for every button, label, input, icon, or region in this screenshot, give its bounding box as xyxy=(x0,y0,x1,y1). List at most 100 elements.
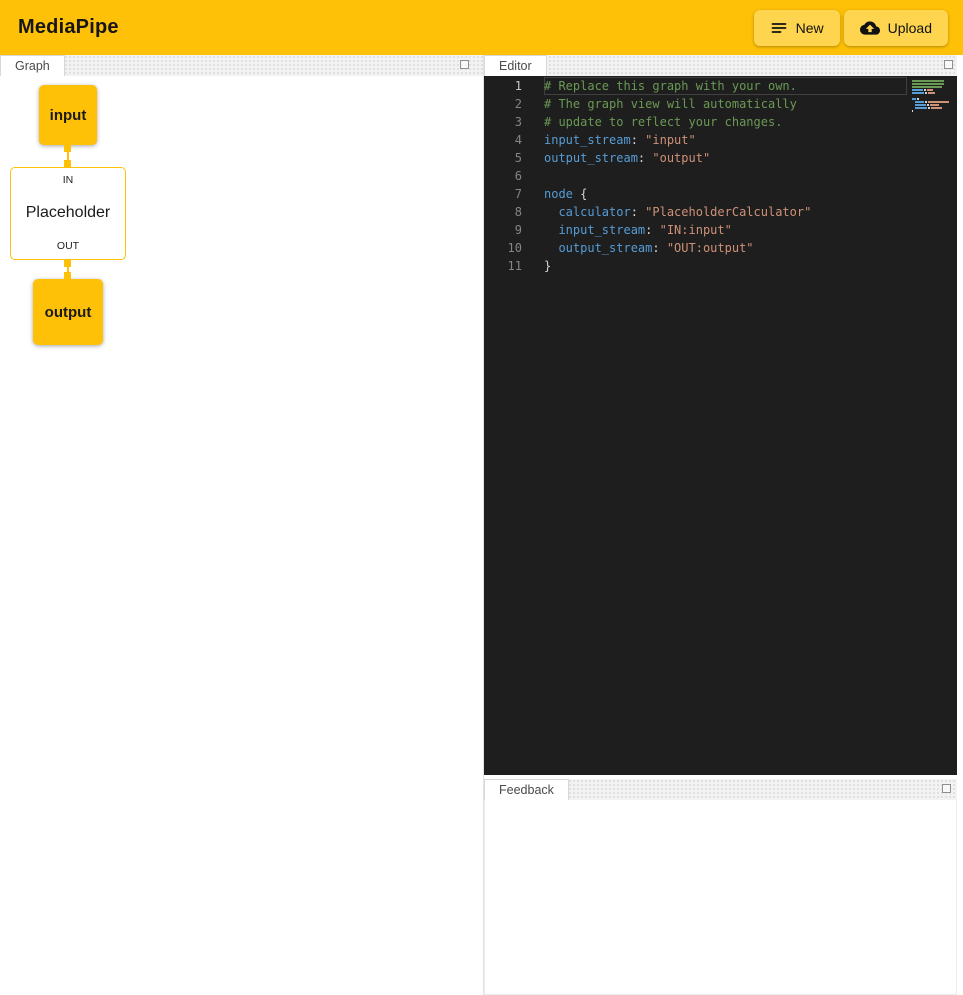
line-number[interactable]: 11 xyxy=(484,257,522,275)
minimap-segment xyxy=(912,110,913,112)
line-number[interactable]: 4 xyxy=(484,131,522,149)
minimap-line xyxy=(912,110,954,112)
output-port-label: OUT xyxy=(57,240,79,252)
cloud-upload-icon xyxy=(860,18,880,38)
code-editor[interactable]: 1234567891011 # Replace this graph with … xyxy=(484,76,957,775)
code-line[interactable] xyxy=(544,167,907,185)
code-line[interactable]: input_stream: "IN:input" xyxy=(544,221,907,239)
minimap-segment xyxy=(928,101,949,103)
code-token-comment: # update to reflect your changes. xyxy=(544,115,782,129)
code-token-plain: : xyxy=(652,241,666,255)
code-token-key: output_stream xyxy=(544,151,638,165)
line-number[interactable]: 2 xyxy=(484,95,522,113)
minimap-segment xyxy=(915,107,927,109)
minimap-segment xyxy=(915,104,926,106)
minimap-line xyxy=(912,95,954,97)
minimap-segment xyxy=(927,104,929,106)
code-line[interactable]: output_stream: "output" xyxy=(544,149,907,167)
input-port-label: IN xyxy=(63,174,74,186)
line-number[interactable]: 1 xyxy=(484,77,522,95)
minimap-segment xyxy=(927,89,933,91)
minimap-line xyxy=(912,80,954,82)
code-line[interactable]: calculator: "PlaceholderCalculator" xyxy=(544,203,907,221)
right-column: Editor 1234567891011 # Replace this grap… xyxy=(484,55,963,995)
code-line[interactable]: # Replace this graph with your own. xyxy=(544,77,907,95)
code-token-plain: : xyxy=(645,223,659,237)
code-token-plain: : xyxy=(631,205,645,219)
graph-panel: Graph input IN Placeholder OUT xyxy=(0,55,484,995)
minimap-segment xyxy=(912,101,914,103)
code-token-plain xyxy=(544,205,558,219)
minimap-segment xyxy=(912,86,942,88)
code-token-string: "output" xyxy=(652,151,710,165)
code-token-string: "IN:input" xyxy=(660,223,732,237)
graph-edge xyxy=(64,260,71,279)
line-number[interactable]: 10 xyxy=(484,239,522,257)
minimap-line xyxy=(912,101,954,103)
line-number[interactable]: 7 xyxy=(484,185,522,203)
port-square xyxy=(64,145,71,152)
port-square xyxy=(64,160,71,167)
main-area: Graph input IN Placeholder OUT xyxy=(0,55,963,995)
tab-graph[interactable]: Graph xyxy=(0,55,65,76)
maximize-icon[interactable] xyxy=(942,784,951,793)
node-label: input xyxy=(50,107,87,124)
code-line[interactable]: input_stream: "input" xyxy=(544,131,907,149)
minimap-segment xyxy=(912,83,944,85)
code-token-string: "OUT:output" xyxy=(667,241,754,255)
code-token-key: input_stream xyxy=(544,133,631,147)
upload-button-label: Upload xyxy=(888,20,932,36)
line-number[interactable]: 3 xyxy=(484,113,522,131)
tab-editor[interactable]: Editor xyxy=(484,55,547,76)
new-button-label: New xyxy=(796,20,824,36)
code-area[interactable]: # Replace this graph with your own. # The… xyxy=(544,77,907,775)
minimap-segment xyxy=(928,107,930,109)
editor-panel-header[interactable]: Editor xyxy=(484,55,957,76)
line-number[interactable]: 8 xyxy=(484,203,522,221)
minimap-segment xyxy=(912,80,944,82)
app-window: MediaPipe New Upload Graph xyxy=(0,0,963,995)
code-token-plain: } xyxy=(544,259,551,273)
minimap-segment xyxy=(912,89,923,91)
minimap-line xyxy=(912,86,954,88)
minimap-line xyxy=(912,104,954,106)
minimap-line xyxy=(912,107,954,109)
graph-node-input[interactable]: input xyxy=(39,85,97,145)
code-token-comment: # The graph view will automatically xyxy=(544,97,797,111)
minimap-segment xyxy=(925,101,927,103)
code-line[interactable]: node { xyxy=(544,185,907,203)
code-line[interactable]: } xyxy=(544,257,907,275)
graph-canvas[interactable]: input IN Placeholder OUT output xyxy=(0,76,483,995)
editor-gutter[interactable]: 1234567891011 xyxy=(484,77,522,775)
minimap-segment xyxy=(912,92,924,94)
code-token-string: "input" xyxy=(645,133,696,147)
editor-panel: Editor 1234567891011 # Replace this grap… xyxy=(484,55,957,775)
line-number[interactable]: 6 xyxy=(484,167,522,185)
upload-button[interactable]: Upload xyxy=(844,10,948,46)
graph-node-placeholder[interactable]: IN Placeholder OUT xyxy=(10,167,126,260)
code-token-comment: # Replace this graph with your own. xyxy=(544,79,797,93)
graph-node-output[interactable]: output xyxy=(33,279,103,345)
graph-panel-header[interactable]: Graph xyxy=(0,55,483,76)
code-token-plain xyxy=(544,223,558,237)
new-button[interactable]: New xyxy=(754,10,840,46)
tab-feedback[interactable]: Feedback xyxy=(484,779,569,800)
code-token-plain: { xyxy=(573,187,587,201)
code-line[interactable]: output_stream: "OUT:output" xyxy=(544,239,907,257)
minimap-line xyxy=(912,92,954,94)
minimap-segment xyxy=(930,104,939,106)
feedback-panel-header[interactable]: Feedback xyxy=(484,779,957,800)
minimap-segment xyxy=(912,98,916,100)
node-label: Placeholder xyxy=(26,204,111,222)
line-number[interactable]: 9 xyxy=(484,221,522,239)
minimap-segment xyxy=(917,98,919,100)
minimap-line xyxy=(912,89,954,91)
line-number[interactable]: 5 xyxy=(484,149,522,167)
code-line[interactable]: # update to reflect your changes. xyxy=(544,113,907,131)
minimap[interactable] xyxy=(909,79,957,775)
code-token-plain: : xyxy=(631,133,645,147)
maximize-icon[interactable] xyxy=(460,60,469,69)
code-token-key: input_stream xyxy=(558,223,645,237)
code-line[interactable]: # The graph view will automatically xyxy=(544,95,907,113)
maximize-icon[interactable] xyxy=(944,60,953,69)
